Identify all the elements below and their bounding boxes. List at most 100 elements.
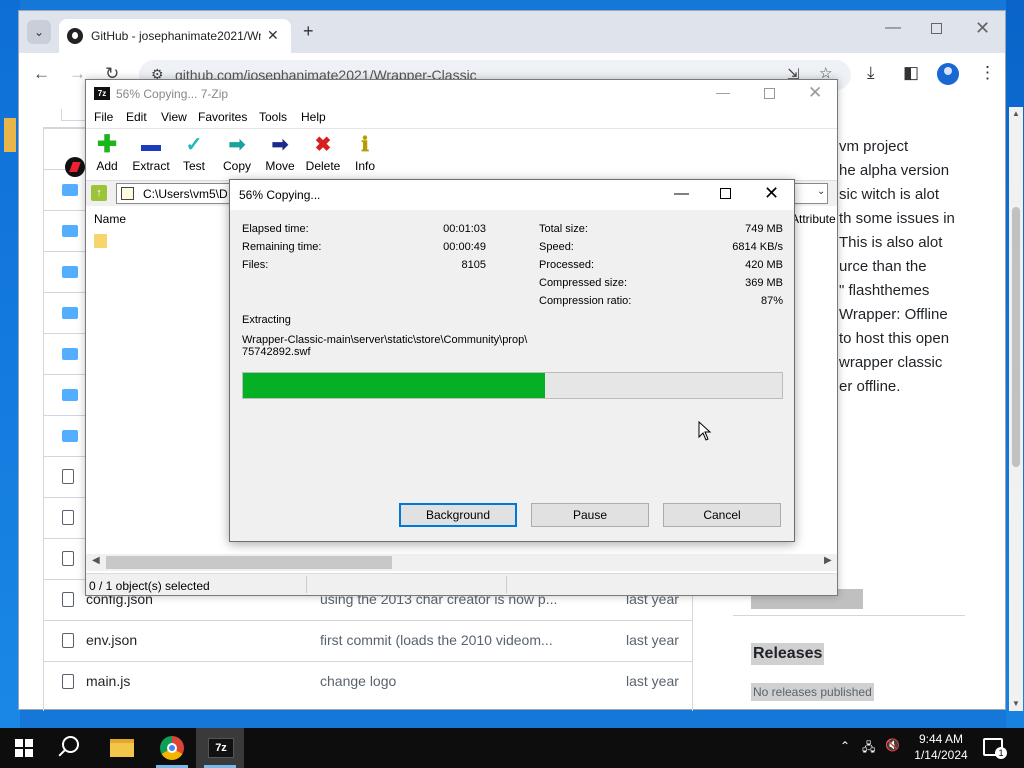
system-clock[interactable]: 9:44 AM 1/14/2024 (906, 731, 976, 763)
back-arrow-icon[interactable]: ← (33, 64, 50, 84)
menu-file[interactable]: File (94, 110, 113, 124)
forward-arrow-icon[interactable]: → (69, 64, 86, 84)
no-releases-text: No releases published (751, 683, 874, 701)
scroll-right-icon[interactable]: ▶ (824, 555, 832, 566)
file-name[interactable]: main.js (86, 673, 130, 689)
status-divider (306, 576, 307, 593)
about-line: Wrapper: Offline (839, 306, 948, 323)
divider (733, 615, 965, 616)
folder-icon (62, 225, 78, 237)
column-header-attributes[interactable]: Attribute (791, 212, 836, 226)
copy-progress-dialog: 56% Copying... — ✕ Elapsed time: 00:01:0… (229, 179, 795, 542)
add-button[interactable]: ✚ Add (94, 133, 120, 174)
scroll-up-icon[interactable]: ▲ (1012, 109, 1020, 118)
tab-search-button[interactable]: ⌄ (27, 20, 51, 44)
commit-message[interactable]: change logo (320, 673, 396, 689)
taskbar-7zip[interactable]: 7z (196, 728, 244, 768)
file-icon (62, 510, 74, 525)
column-header-name[interactable]: Name (94, 212, 126, 226)
about-line: urce than the (839, 258, 927, 275)
releases-heading[interactable]: Releases (751, 643, 825, 665)
horizontal-scrollbar[interactable]: ◀ ▶ (86, 554, 837, 571)
menu-help[interactable]: Help (301, 110, 326, 124)
file-icon (62, 633, 74, 648)
new-tab-plus-icon[interactable]: + (303, 21, 314, 42)
tab-title: GitHub - josephanimate2021/Wrapper-Class… (91, 29, 261, 43)
minimize-icon[interactable]: — (716, 84, 730, 100)
file-icon (62, 551, 74, 566)
copy-button[interactable]: ➡ Copy (222, 135, 252, 173)
file-icon (62, 674, 74, 689)
close-icon[interactable]: ✕ (808, 83, 822, 103)
page-scrollbar[interactable]: ▲ ▼ (1009, 107, 1023, 711)
scroll-down-icon[interactable]: ▼ (1012, 699, 1020, 708)
folder-up-icon[interactable]: ↑ (91, 185, 107, 201)
sevenzip-toolbar: ✚ Add ▬ Extract ✓ Test ➡ Copy ➡ Move ✖ D… (86, 128, 837, 180)
maximize-icon[interactable] (931, 23, 942, 34)
table-row[interactable]: env.json first commit (loads the 2010 vi… (44, 620, 692, 661)
progress-bar (242, 372, 783, 399)
github-favicon-icon (67, 28, 83, 44)
test-button[interactable]: ✓ Test (182, 135, 206, 173)
menu-kebab-icon[interactable]: ⋮ (979, 63, 996, 83)
maximize-icon[interactable] (764, 88, 775, 99)
delete-label: Delete (305, 159, 341, 173)
commit-message[interactable]: first commit (loads the 2010 videom... (320, 632, 553, 648)
taskbar-chrome[interactable] (148, 728, 196, 768)
pause-button[interactable]: Pause (531, 503, 649, 527)
info-button[interactable]: ℹ Info (354, 135, 376, 173)
total-size-label: Total size: (539, 223, 588, 235)
profile-avatar-icon[interactable] (937, 63, 959, 85)
close-icon[interactable]: ✕ (764, 183, 779, 204)
compression-ratio-label: Compression ratio: (539, 295, 632, 307)
close-window-icon[interactable]: ✕ (975, 18, 990, 39)
downloads-icon[interactable]: ⤓ (867, 63, 875, 83)
remaining-value: 00:00:49 (443, 241, 486, 253)
scroll-left-icon[interactable]: ◀ (92, 555, 100, 566)
browser-tab-github[interactable]: GitHub - josephanimate2021/Wrapper-Class… (59, 19, 291, 53)
taskbar-file-explorer[interactable] (98, 728, 146, 768)
about-line: er offline. (839, 378, 901, 395)
menu-edit[interactable]: Edit (126, 110, 147, 124)
about-line: This is also alot (839, 234, 943, 251)
search-icon[interactable] (62, 736, 79, 753)
file-name[interactable]: env.json (86, 632, 137, 648)
move-label: Move (265, 159, 295, 173)
minimize-icon[interactable]: — (885, 19, 901, 37)
minimize-icon[interactable]: — (674, 185, 689, 202)
scrollbar-thumb[interactable] (1012, 207, 1020, 467)
cancel-button[interactable]: Cancel (663, 503, 781, 527)
delete-button[interactable]: ✖ Delete (305, 135, 341, 173)
files-value: 8105 (461, 259, 486, 271)
mouse-cursor-icon (698, 421, 712, 441)
windows-start-icon[interactable] (15, 739, 33, 757)
desktop-shortcut-icon[interactable] (4, 118, 16, 152)
chevron-up-icon[interactable]: ⌃ (840, 739, 850, 753)
elapsed-label: Elapsed time: (242, 223, 309, 235)
background-button[interactable]: Background (399, 503, 517, 527)
volume-muted-icon[interactable]: 🔇 (885, 738, 900, 752)
scrollbar-thumb[interactable] (106, 556, 392, 569)
dialog-titlebar: 56% Copying... — ✕ (230, 180, 794, 210)
maximize-icon[interactable] (720, 188, 731, 199)
menu-view[interactable]: View (161, 110, 187, 124)
file-icon (62, 469, 74, 484)
minus-icon: ▬ (141, 134, 161, 156)
about-description: vm project he alpha version sic witch is… (839, 135, 989, 399)
network-icon[interactable]: 🖧 (862, 738, 875, 759)
move-button[interactable]: ➡ Move (264, 135, 296, 173)
menu-bar: File Edit View Favorites Tools Help (86, 108, 837, 128)
add-label: Add (96, 159, 118, 173)
menu-tools[interactable]: Tools (259, 110, 287, 124)
table-row[interactable]: main.js change logo last year (44, 661, 692, 702)
extract-button[interactable]: ▬ Extract (130, 135, 172, 173)
chevron-down-icon[interactable]: ⌄ (817, 186, 825, 197)
copy-label: Copy (222, 159, 251, 173)
info-label: Info (354, 159, 375, 173)
side-panel-icon[interactable]: ◧ (903, 63, 919, 83)
notification-center-icon[interactable]: 1 (983, 738, 1007, 759)
close-tab-icon[interactable]: ✕ (267, 27, 279, 44)
menu-favorites[interactable]: Favorites (198, 110, 247, 124)
about-line: vm project (839, 138, 909, 155)
folder-icon[interactable] (94, 234, 107, 248)
